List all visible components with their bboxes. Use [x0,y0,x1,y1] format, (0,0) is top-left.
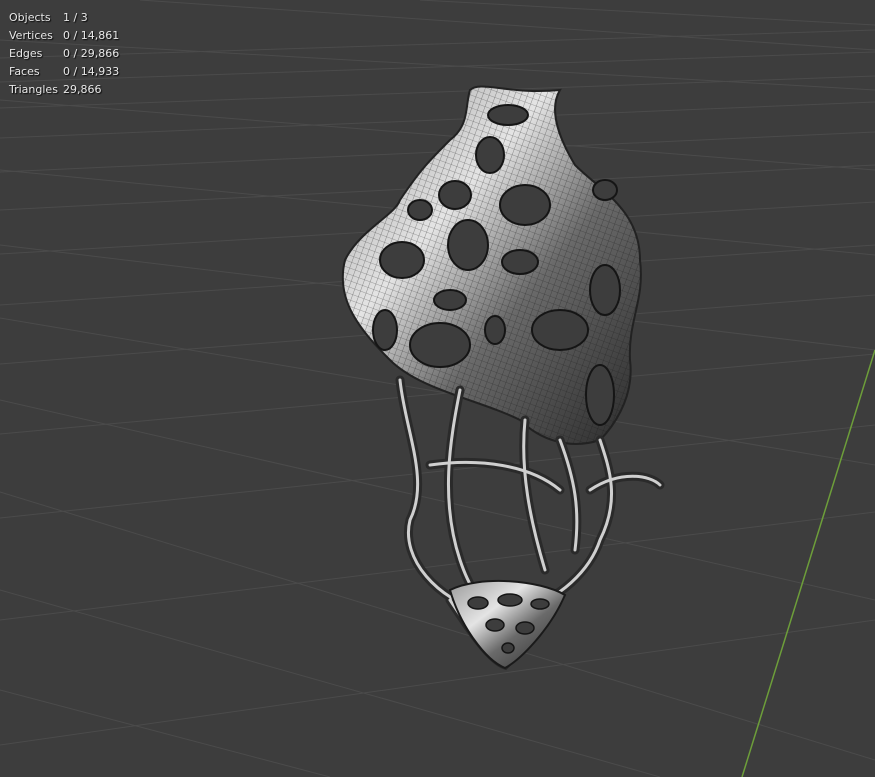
stat-value: 29,866 [63,83,102,96]
stat-vertices: Vertices 0 / 14,861 [9,27,119,45]
stat-triangles: Triangles 29,866 [9,81,119,99]
stat-objects: Objects 1 / 3 [9,9,119,27]
stat-value: 0 / 14,861 [63,29,120,42]
stat-label: Edges [9,47,43,60]
y-axis-line [741,349,875,777]
mesh-object[interactable] [341,85,665,671]
stat-label: Vertices [9,29,53,42]
stat-faces: Faces 0 / 14,933 [9,63,119,81]
stat-edges: Edges 0 / 29,866 [9,45,119,63]
viewport-scene[interactable] [0,0,875,777]
stat-value: 1 / 3 [63,11,88,24]
3d-viewport[interactable]: Objects 1 / 3 Vertices 0 / 14,861 Edges … [0,0,875,777]
stat-value: 0 / 29,866 [63,47,120,60]
stat-label: Faces [9,65,40,78]
stat-label: Triangles [9,83,58,96]
stat-value: 0 / 14,933 [63,65,120,78]
scene-statistics-overlay: Objects 1 / 3 Vertices 0 / 14,861 Edges … [9,9,119,99]
stat-label: Objects [9,11,51,24]
